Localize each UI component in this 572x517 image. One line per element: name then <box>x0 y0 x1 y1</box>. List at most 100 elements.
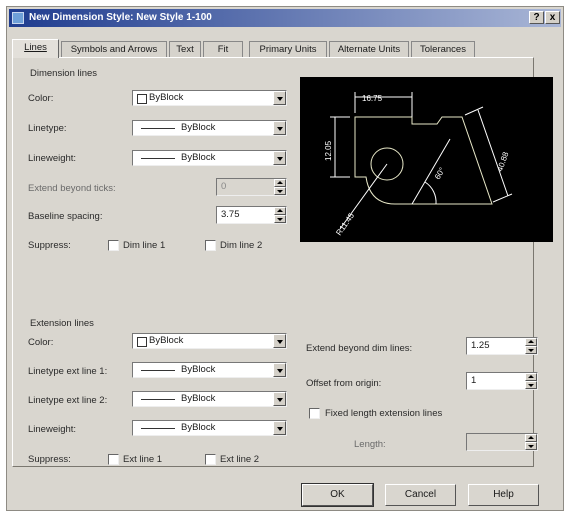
baseline-spacing-spinner[interactable]: 3.75 <box>216 206 287 224</box>
baseline-spacing-value: 3.75 <box>221 209 240 220</box>
extend-beyond-ticks-spinner[interactable]: 0 <box>216 178 287 196</box>
tab-primary-units[interactable]: Primary Units <box>249 41 327 57</box>
dim-color-label: Color: <box>28 93 54 104</box>
ext-line-2-checkbox[interactable] <box>205 454 216 465</box>
offset-from-origin-label: Offset from origin: <box>306 378 382 389</box>
ext-suppress-label: Suppress: <box>28 454 71 465</box>
lineweight-sample <box>141 158 175 159</box>
tab-text[interactable]: Text <box>169 41 201 57</box>
ext-linetype-1-label: Linetype ext line 1: <box>28 366 108 377</box>
chevron-down-icon[interactable] <box>273 363 286 377</box>
dim-linetype-select[interactable]: ByBlock <box>132 120 287 136</box>
linetype-sample <box>141 370 175 371</box>
ext-linetype-2-label: Linetype ext line 2: <box>28 395 108 406</box>
length-label: Length: <box>354 439 386 450</box>
ext-line-2-label: Ext line 2 <box>220 454 260 465</box>
ext-color-value: ByBlock <box>149 335 184 346</box>
ext-lineweight-select[interactable]: ByBlock <box>132 420 287 436</box>
extend-beyond-ticks-value: 0 <box>221 181 227 192</box>
ext-linetype-2-value: ByBlock <box>181 393 216 404</box>
linetype-sample <box>141 399 175 400</box>
extend-beyond-ticks-label: Extend beyond ticks: <box>28 183 116 194</box>
chevron-down-icon[interactable] <box>273 421 286 435</box>
spin-down-icon[interactable] <box>274 215 286 223</box>
dim-line-2-label: Dim line 2 <box>220 240 263 251</box>
spin-up-icon[interactable] <box>525 338 537 346</box>
spin-up-icon[interactable] <box>525 434 537 442</box>
tab-lines[interactable]: Lines <box>12 39 59 58</box>
ext-linetype-2-select[interactable]: ByBlock <box>132 391 287 407</box>
tab-strip: Lines Symbols and Arrows Text Fit Primar… <box>12 39 532 58</box>
lineweight-sample <box>141 428 175 429</box>
dim-line-1-label: Dim line 1 <box>123 240 166 251</box>
linetype-sample <box>141 128 175 129</box>
dim-text-right: 40.88 <box>495 150 510 172</box>
dim-color-value: ByBlock <box>149 92 184 103</box>
baseline-spacing-label: Baseline spacing: <box>28 211 103 222</box>
preview-part-outline <box>354 116 493 205</box>
window-title: New Dimension Style: New Style 1-100 <box>29 12 212 23</box>
dim-color-select[interactable]: ByBlock <box>132 90 287 106</box>
spin-up-icon[interactable] <box>274 207 286 215</box>
fixed-length-checkbox[interactable] <box>309 408 320 419</box>
dimension-preview: 16.75 12.05 40.88 60° R11.45 <box>324 92 513 237</box>
extend-beyond-dim-lines-value: 1.25 <box>471 340 490 351</box>
color-swatch <box>137 337 147 347</box>
extend-beyond-dim-lines-label: Extend beyond dim lines: <box>306 343 413 354</box>
help-title-button[interactable]: ? <box>529 11 544 24</box>
chevron-down-icon[interactable] <box>273 151 286 165</box>
dim-line-2-checkbox[interactable] <box>205 240 216 251</box>
ext-linetype-1-value: ByBlock <box>181 364 216 375</box>
color-swatch <box>137 94 147 104</box>
offset-from-origin-value: 1 <box>471 375 477 386</box>
dim-linetype-label: Linetype: <box>28 123 67 134</box>
dim-lineweight-value: ByBlock <box>181 152 216 163</box>
dim-lineweight-select[interactable]: ByBlock <box>132 150 287 166</box>
tab-tolerances[interactable]: Tolerances <box>411 41 475 57</box>
extend-beyond-dim-lines-spinner[interactable]: 1.25 <box>466 337 538 355</box>
spin-down-icon[interactable] <box>274 187 286 195</box>
dim-text-radius: R11.45 <box>334 211 356 237</box>
ext-line-right-bottom <box>492 193 513 203</box>
dim-linetype-value: ByBlock <box>181 122 216 133</box>
dim-text-left: 12.05 <box>324 140 333 161</box>
help-button[interactable]: Help <box>468 484 539 506</box>
ext-color-label: Color: <box>28 337 54 348</box>
ext-lineweight-value: ByBlock <box>181 422 216 433</box>
spin-down-icon[interactable] <box>525 381 537 389</box>
angle-arc <box>424 181 437 205</box>
title-bar[interactable]: New Dimension Style: New Style 1-100 ? x <box>9 9 561 27</box>
tab-fit[interactable]: Fit <box>203 41 243 57</box>
ext-line-1-checkbox[interactable] <box>108 454 119 465</box>
length-spinner[interactable] <box>466 433 538 451</box>
spin-up-icon[interactable] <box>274 179 286 187</box>
cancel-button[interactable]: Cancel <box>385 484 456 506</box>
extension-lines-group-label: Extension lines <box>28 318 96 329</box>
dim-lineweight-label: Lineweight: <box>28 153 77 164</box>
fixed-length-label: Fixed length extension lines <box>325 408 443 419</box>
dim-text-top: 16.75 <box>362 94 383 103</box>
preview-canvas: 16.75 12.05 40.88 60° R11.45 <box>300 77 553 242</box>
ext-color-select[interactable]: ByBlock <box>132 333 287 349</box>
ext-lineweight-label: Lineweight: <box>28 424 77 435</box>
dim-line-1-checkbox[interactable] <box>108 240 119 251</box>
chevron-down-icon[interactable] <box>273 334 286 348</box>
tab-symbols-and-arrows[interactable]: Symbols and Arrows <box>61 41 167 57</box>
dim-suppress-label: Suppress: <box>28 240 71 251</box>
dimension-lines-group-label: Dimension lines <box>28 68 100 79</box>
ext-linetype-1-select[interactable]: ByBlock <box>132 362 287 378</box>
spin-down-icon[interactable] <box>525 442 537 450</box>
dim-text-angle: 60° <box>433 166 447 181</box>
offset-from-origin-spinner[interactable]: 1 <box>466 372 538 390</box>
ext-line-1-label: Ext line 1 <box>123 454 163 465</box>
chevron-down-icon[interactable] <box>273 91 286 105</box>
close-icon[interactable]: x <box>545 11 560 24</box>
chevron-down-icon[interactable] <box>273 121 286 135</box>
ok-button[interactable]: OK <box>301 483 374 507</box>
ext-line-right-top <box>464 106 484 116</box>
spin-down-icon[interactable] <box>525 346 537 354</box>
chevron-down-icon[interactable] <box>273 392 286 406</box>
tab-alternate-units[interactable]: Alternate Units <box>329 41 409 57</box>
spin-up-icon[interactable] <box>525 373 537 381</box>
app-icon <box>12 12 24 24</box>
